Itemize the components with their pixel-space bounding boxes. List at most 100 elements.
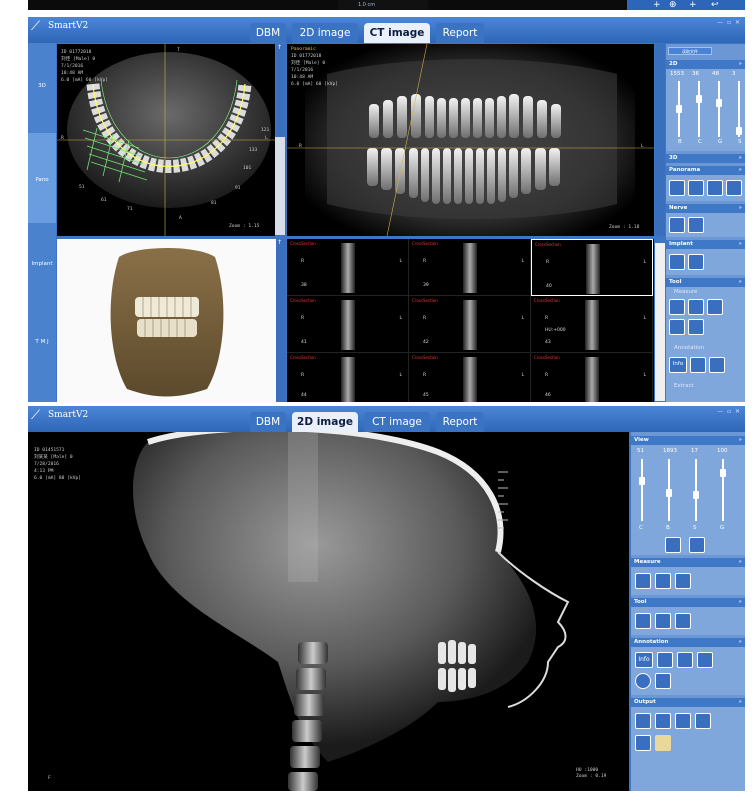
curve-measure-icon[interactable]: [707, 299, 723, 315]
info-button[interactable]: Info: [669, 357, 687, 373]
rotate-left-icon[interactable]: [635, 713, 651, 729]
window-controls[interactable]: — ▫ ✕: [717, 19, 741, 26]
sidebar-item-tmj[interactable]: T M J: [28, 339, 56, 346]
slider-s[interactable]: [736, 81, 742, 137]
tab-dbm[interactable]: DBM: [250, 23, 286, 43]
text-annotation-icon[interactable]: [657, 652, 673, 668]
axial-mark-121: 121: [261, 128, 270, 133]
section-3d-header[interactable]: 3D»: [666, 154, 745, 163]
export-icon[interactable]: [675, 713, 691, 729]
cross-section-cell[interactable]: CrossSection R L HU:+000 43: [531, 296, 653, 353]
axial-dental-arch: [57, 44, 275, 236]
pano-scrollbar[interactable]: [275, 137, 285, 235]
axial-mark-101: 101: [243, 166, 252, 171]
undo-icon[interactable]: [675, 613, 691, 629]
slider-b[interactable]: [676, 81, 682, 137]
document-icon[interactable]: [655, 735, 671, 751]
cross-section-scrollbar[interactable]: [655, 243, 665, 401]
tab-report[interactable]: Report: [436, 23, 484, 43]
section-annotation-header[interactable]: Annotation»: [631, 638, 745, 647]
slider-b[interactable]: [666, 459, 672, 521]
section-implant-header[interactable]: Implant»: [666, 240, 745, 249]
zoom-icon[interactable]: [635, 613, 651, 629]
cephalometric-xray-view[interactable]: ID 01451571 刘某某 [Male] 0 7/28/2016 4:13 …: [28, 432, 629, 791]
section-2d-header[interactable]: 2D»: [666, 60, 745, 69]
save-icon[interactable]: [635, 735, 651, 751]
app-logo-icon: ⟋: [31, 408, 41, 423]
section-measure-header[interactable]: Measure»: [631, 558, 745, 567]
axial-l-label: L: [265, 136, 268, 141]
load-file-button[interactable]: 读取文件: [668, 47, 712, 55]
rotate-right-icon[interactable]: [655, 713, 671, 729]
section-view-header[interactable]: View»: [631, 436, 745, 445]
nerve-edit-icon[interactable]: [688, 217, 704, 233]
info-button[interactable]: Info: [635, 652, 653, 668]
tab-ct-image[interactable]: CT image: [364, 412, 430, 432]
rectangle-icon[interactable]: [675, 573, 691, 589]
nerve-draw-icon[interactable]: [669, 217, 685, 233]
angle-icon[interactable]: [688, 299, 704, 315]
reset-view-icon[interactable]: [665, 537, 681, 553]
sidebar-item-3d[interactable]: 3D: [28, 83, 56, 89]
arrow-annotation-icon[interactable]: [690, 357, 706, 373]
window-controls[interactable]: — ▫ ✕: [717, 408, 741, 415]
invert-icon[interactable]: [689, 537, 705, 553]
tab-dbm[interactable]: DBM: [250, 412, 286, 432]
clear-icon[interactable]: [635, 673, 651, 689]
slider-c[interactable]: [639, 459, 645, 521]
cross-section-cell[interactable]: CrossSection R L 39: [409, 239, 531, 296]
cross-section-cell[interactable]: CrossSection R L 44: [287, 353, 409, 402]
panorama-curve-2-icon[interactable]: [688, 180, 704, 196]
3d-render-view[interactable]: [57, 239, 276, 402]
tab-2d-image[interactable]: 2D image: [292, 23, 358, 43]
slider-g[interactable]: [716, 81, 722, 137]
top-strip-toolbar: + ⊕ + ↩: [627, 0, 745, 10]
section-tool-header[interactable]: Tool»: [631, 598, 745, 607]
panorama-curve-4-icon[interactable]: [726, 180, 742, 196]
undo-icon[interactable]: ↩: [711, 0, 719, 10]
section-nerve-header[interactable]: Nerve»: [666, 204, 745, 213]
axial-top-label: T: [177, 48, 180, 53]
cross-section-cell[interactable]: CrossSection R L 41: [287, 296, 409, 353]
cross-section-cell-active[interactable]: CrossSection R L 40: [531, 239, 653, 296]
xray-info-4: 6.0 [mA] 80 [kVp]: [34, 476, 82, 481]
tab-2d-image[interactable]: 2D image: [292, 412, 358, 432]
cross-section-cell[interactable]: CrossSection R L 38: [287, 239, 409, 296]
text-annotation-icon[interactable]: [709, 357, 725, 373]
slider-s[interactable]: [693, 459, 699, 521]
delete-icon[interactable]: [655, 673, 671, 689]
tab-report[interactable]: Report: [436, 412, 484, 432]
tooth-icon[interactable]: [688, 319, 704, 335]
implant-edit-icon[interactable]: [688, 254, 704, 270]
axial-mark-91: 91: [235, 186, 241, 191]
panorama-curve-1-icon[interactable]: [669, 180, 685, 196]
cross-section-cell[interactable]: CrossSection R L 42: [409, 296, 531, 353]
cross-section-cell[interactable]: CrossSection R L 45: [409, 353, 531, 402]
section-panorama-header[interactable]: Panorama»: [666, 166, 745, 175]
palette-icon[interactable]: [697, 652, 713, 668]
sidebar-item-pano[interactable]: Pano: [28, 133, 56, 223]
ruler-icon[interactable]: [635, 573, 651, 589]
print-icon[interactable]: [695, 713, 711, 729]
panoramic-view[interactable]: Panoramic ID 01772018 刘佳 [Male] 0 7/1/20…: [287, 44, 654, 236]
section-tool-header[interactable]: Tool»: [666, 278, 745, 287]
rectangle-icon[interactable]: [669, 319, 685, 335]
arrow-annotation-icon[interactable]: [677, 652, 693, 668]
plus-icon[interactable]: +: [653, 0, 661, 10]
tab-ct-image[interactable]: CT image: [364, 23, 430, 43]
axial-view[interactable]: ID 01772018 刘佳 [Male] 0 7/1/2016 10:48 A…: [57, 44, 275, 236]
angle-icon[interactable]: [655, 573, 671, 589]
move-icon[interactable]: +: [689, 0, 697, 10]
slider-g[interactable]: [720, 459, 726, 521]
implant-add-icon[interactable]: [669, 254, 685, 270]
pan-icon[interactable]: [655, 613, 671, 629]
ruler-icon[interactable]: [669, 299, 685, 315]
section-output-header[interactable]: Output»: [631, 698, 745, 707]
cross-section-grid[interactable]: CrossSection R L 38 CrossSection R L 39 CrossS…: [287, 239, 654, 402]
cross-section-cell[interactable]: CrossSection R L 46: [531, 353, 653, 402]
slider-c[interactable]: [696, 81, 702, 137]
panorama-curve-3-icon[interactable]: [707, 180, 723, 196]
sidebar-item-implant[interactable]: Implant: [28, 261, 56, 267]
axial-info-1: 刘佳 [Male] 0: [61, 57, 96, 62]
zoom-icon[interactable]: ⊕: [669, 0, 677, 10]
